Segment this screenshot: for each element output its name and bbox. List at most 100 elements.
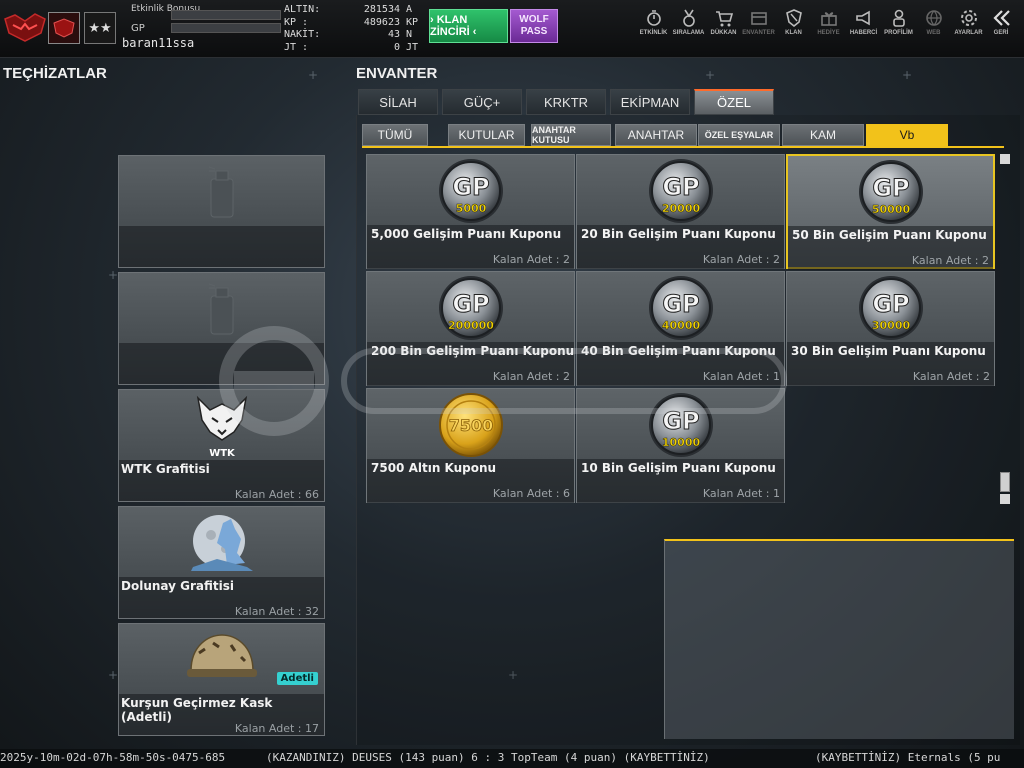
nav-gift[interactable]: HEDİYE	[811, 8, 846, 36]
equipment-item[interactable]: Kurşun Geçirmez Kask (Adetli) Kalan Adet …	[118, 623, 325, 736]
currency-row: KP : 489623 KP	[284, 17, 422, 30]
inventory-item[interactable]: GP 30000 30 Bin Gelişim Puanı Kuponu Kala…	[786, 271, 995, 386]
currency-value: 0	[393, 41, 400, 53]
currency-value: 489623	[363, 16, 400, 28]
nav-stopwatch[interactable]: ETKİNLİK	[636, 8, 671, 36]
nav-label: HABERCİ	[849, 30, 878, 36]
plus-marker-icon: +	[308, 68, 319, 82]
scroll-thumb[interactable]	[1000, 472, 1010, 492]
gear-icon	[960, 10, 977, 26]
nav-gear[interactable]: AYARLAR	[951, 8, 986, 36]
nav-label: AYARLAR	[954, 30, 983, 36]
nav-label: SIRALAMA	[672, 30, 705, 36]
gift-icon	[820, 12, 837, 26]
plus-marker-icon: +	[108, 668, 119, 682]
inventory-item[interactable]: 7500 7500 Altın Kuponu Kalan Adet : 6	[366, 388, 575, 503]
nav-back[interactable]: GERİ	[986, 8, 1016, 36]
currency-unit: A	[406, 4, 413, 15]
nav-shield[interactable]: KLAN	[776, 8, 811, 36]
svg-text:GP: GP	[452, 290, 489, 318]
subtab-6[interactable]: KAM	[782, 124, 864, 146]
nav-cart[interactable]: DÜKKAN	[706, 8, 741, 36]
svg-text:GP: GP	[662, 290, 699, 318]
nav-medal[interactable]: SIRALAMA	[671, 8, 706, 36]
medal-icon	[682, 9, 695, 27]
tab-güç+[interactable]: GÜÇ+	[442, 89, 522, 115]
gp-coupon-icon: GP 5000	[438, 159, 503, 223]
inventory-item-name: 40 Bin Gelişim Puanı Kuponu	[581, 344, 776, 358]
spray-can-icon	[119, 156, 324, 226]
currency-key: JT :	[284, 41, 309, 53]
spray-can-icon	[119, 273, 324, 343]
inventory-item[interactable]: GP 5000 5,000 Gelişim Puanı Kuponu Kalan …	[366, 154, 575, 269]
inventory-item-name: 50 Bin Gelişim Puanı Kuponu	[792, 228, 987, 242]
nav-globe[interactable]: WEB	[916, 8, 951, 36]
tab-krktr[interactable]: KRKTR	[526, 89, 606, 115]
inventory-item-name: 5,000 Gelişim Puanı Kuponu	[371, 227, 562, 241]
inventory-item-count: Kalan Adet : 2	[702, 253, 780, 266]
inventory-item-art: GP 5000	[367, 155, 574, 225]
rank-stars-icon[interactable]: ★★	[84, 12, 116, 44]
inventory-item-art: GP 30000	[787, 272, 994, 342]
svg-text:GP: GP	[872, 290, 909, 318]
inventory-item[interactable]: GP 200000 200 Bin Gelişim Puanı Kuponu Ka…	[366, 271, 575, 386]
inventory-item[interactable]: GP 10000 10 Bin Gelişim Puanı Kuponu Kala…	[576, 388, 785, 503]
nav-label: GERİ	[993, 30, 1009, 36]
subtab-7[interactable]: Vb	[866, 124, 948, 146]
plus-marker-icon: +	[108, 268, 119, 282]
inventory-item[interactable]: GP 40000 40 Bin Gelişim Puanı Kuponu Kala…	[576, 271, 785, 386]
nav-inventory[interactable]: ENVANTER	[741, 8, 776, 36]
svg-text:10000: 10000	[661, 436, 700, 449]
currency-key: KP :	[284, 16, 309, 28]
shield-icon	[785, 9, 802, 28]
globe-icon	[925, 10, 942, 26]
currency-row: NAKİT: 43 N	[284, 29, 422, 42]
currency-unit: N	[406, 29, 413, 40]
currency-row: ALTIN: 281534 A	[284, 4, 422, 17]
nav-megaphone[interactable]: HABERCİ	[846, 8, 881, 36]
equipment-item[interactable]: Dolunay Grafitisi Kalan Adet : 32	[118, 506, 325, 619]
cart-icon	[715, 11, 733, 27]
inventory-icon	[750, 12, 767, 25]
ticker-timestamp: 2025y-10m-02d-07h-58m-50s-0475-685	[0, 751, 226, 764]
equipment-item[interactable]	[118, 155, 325, 268]
inventory-item[interactable]: GP 50000 50 Bin Gelişim Puanı Kuponu Kala…	[786, 154, 995, 270]
subtab-2[interactable]: KUTULAR	[448, 124, 525, 146]
ticker-message-next: (KAYBETTİNİZ) Eternals (5 pu	[815, 751, 1001, 764]
svg-text:200000: 200000	[448, 319, 494, 332]
inventory-item-count: Kalan Adet : 2	[492, 370, 570, 383]
inventory-item-name: 200 Bin Gelişim Puanı Kuponu	[371, 344, 575, 358]
svg-text:GP: GP	[662, 173, 699, 201]
inventory-item-count: Kalan Adet : 1	[702, 370, 780, 383]
svg-text:GP: GP	[452, 173, 489, 201]
wolf-pass-button[interactable]: WOLF PASS	[510, 9, 558, 43]
klan-zinciri-button[interactable]: › KLAN ZİNCİRİ ‹	[429, 9, 508, 43]
main-nav: ETKİNLİK SIRALAMA DÜKKAN ENVANTER KLAN HEDİYE…	[636, 8, 1016, 36]
clan-emblem-icon[interactable]	[48, 12, 80, 44]
inventory-item-art: GP 50000	[788, 156, 993, 226]
currency-key: ALTIN:	[284, 4, 321, 15]
nav-profile[interactable]: PROFİLİM	[881, 8, 916, 36]
inventory-item-name: 7500 Altın Kuponu	[371, 461, 497, 475]
tab-si̇lah[interactable]: SİLAH	[358, 89, 438, 115]
subtab-1[interactable]: TÜMÜ	[362, 124, 428, 146]
inventory-grid: GP 5000 5,000 Gelişim Puanı Kuponu Kalan …	[366, 154, 998, 506]
subtab-3[interactable]: ANAHTAR KUTUSU	[531, 124, 611, 146]
inventory-item[interactable]: GP 20000 20 Bin Gelişim Puanı Kuponu Kala…	[576, 154, 785, 269]
subtab-4[interactable]: ANAHTAR	[615, 124, 697, 146]
currency-row: JT : 0 JT	[284, 42, 422, 55]
scroll-up-button[interactable]	[1000, 154, 1010, 164]
equipment-item-count: Kalan Adet : 66	[234, 488, 319, 501]
equipment-title: TEÇHİZATLAR	[3, 65, 107, 82]
svg-text:WTK: WTK	[209, 448, 236, 458]
equipment-item[interactable]	[118, 272, 325, 385]
inventory-item-count: Kalan Adet : 2	[912, 370, 990, 383]
equipment-item[interactable]: WTK WTK Grafitisi Kalan Adet : 66	[118, 389, 325, 502]
inventory-scrollbar[interactable]	[1000, 154, 1010, 504]
tab-eki̇pman[interactable]: EKİPMAN	[610, 89, 690, 115]
nav-label: ENVANTER	[742, 30, 775, 36]
inventory-main-tabs: SİLAH GÜÇ+ KRKTR EKİPMAN ÖZEL	[358, 89, 778, 115]
scroll-down-button[interactable]	[1000, 494, 1010, 504]
subtab-5[interactable]: ÖZEL EŞYALAR	[698, 124, 780, 146]
tab-özel[interactable]: ÖZEL	[694, 89, 774, 115]
